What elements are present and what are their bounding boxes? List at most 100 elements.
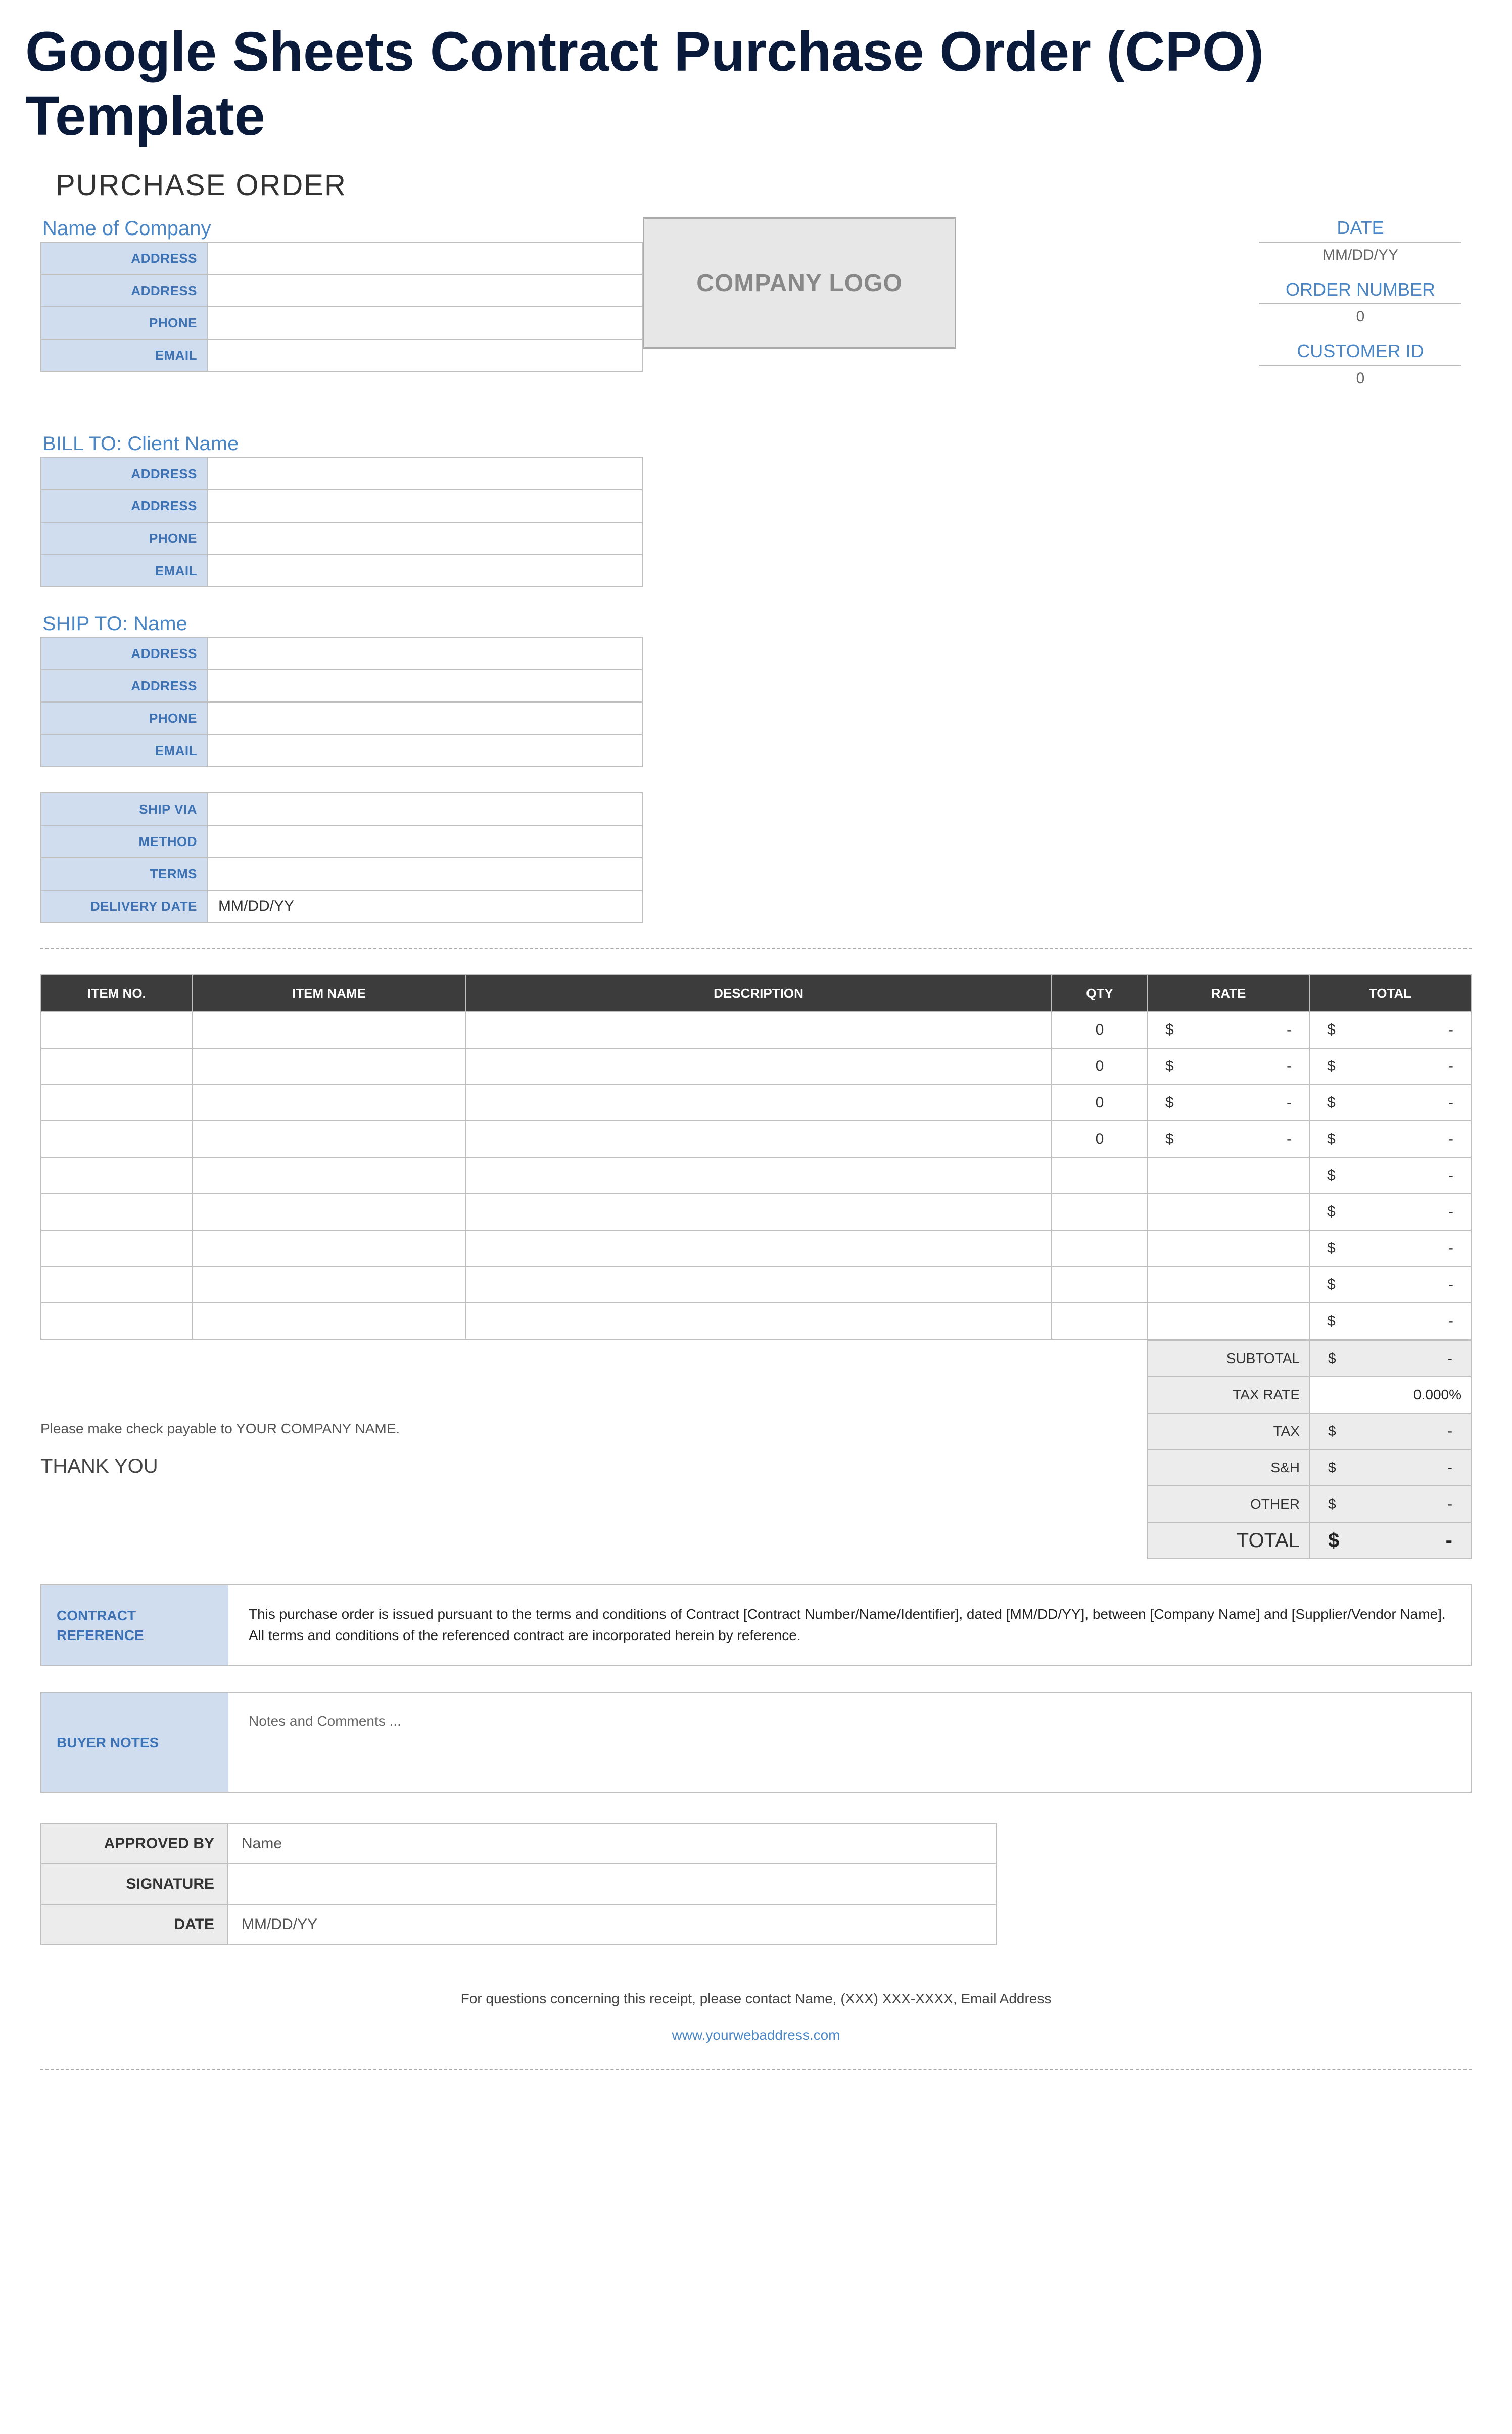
- shipopt-value[interactable]: [208, 825, 642, 858]
- item-cell-desc[interactable]: [465, 1194, 1052, 1230]
- item-cell-itemname[interactable]: [193, 1157, 465, 1194]
- item-cell-qty[interactable]: [1052, 1157, 1148, 1194]
- footer: For questions concerning this receipt, p…: [40, 1991, 1472, 2043]
- shipto-field-value[interactable]: [208, 637, 642, 670]
- approved-by-value[interactable]: Name: [228, 1823, 996, 1864]
- item-cell-desc[interactable]: [465, 1303, 1052, 1339]
- shipopt-value[interactable]: [208, 858, 642, 890]
- item-cell-itemno[interactable]: [41, 1012, 193, 1048]
- item-cell-itemno[interactable]: [41, 1157, 193, 1194]
- item-cell-rate[interactable]: [1148, 1230, 1309, 1267]
- item-cell-itemno[interactable]: [41, 1121, 193, 1157]
- items-header: RATE: [1148, 975, 1309, 1012]
- item-cell-rate[interactable]: $-: [1148, 1048, 1309, 1085]
- shipto-field-value[interactable]: [208, 734, 642, 767]
- contract-reference-text[interactable]: This purchase order is issued pursuant t…: [228, 1585, 1471, 1665]
- item-cell-rate[interactable]: $-: [1148, 1012, 1309, 1048]
- item-cell-qty[interactable]: [1052, 1194, 1148, 1230]
- company-field-value[interactable]: [208, 242, 642, 274]
- shipto-field-value[interactable]: [208, 702, 642, 734]
- ship-to-title: SHIP TO: Name: [40, 613, 1472, 635]
- item-cell-itemname[interactable]: [193, 1012, 465, 1048]
- footer-web-address[interactable]: www.yourwebaddress.com: [40, 2027, 1472, 2043]
- item-cell-rate[interactable]: [1148, 1267, 1309, 1303]
- item-cell-qty[interactable]: 0: [1052, 1085, 1148, 1121]
- date-value[interactable]: MM/DD/YY: [1249, 247, 1472, 264]
- buyer-notes-text[interactable]: Notes and Comments ...: [228, 1693, 1471, 1792]
- items-header: ITEM NO.: [41, 975, 193, 1012]
- item-cell-itemno[interactable]: [41, 1048, 193, 1085]
- item-cell-desc[interactable]: [465, 1048, 1052, 1085]
- billto-field-value[interactable]: [208, 490, 642, 522]
- order-number-value[interactable]: 0: [1249, 308, 1472, 325]
- billto-field-value[interactable]: [208, 522, 642, 554]
- item-cell-qty[interactable]: 0: [1052, 1048, 1148, 1085]
- company-field-value[interactable]: [208, 274, 642, 307]
- item-cell-qty[interactable]: 0: [1052, 1012, 1148, 1048]
- item-cell-itemno[interactable]: [41, 1230, 193, 1267]
- approval-date-value[interactable]: MM/DD/YY: [228, 1904, 996, 1945]
- shipping-options-table: SHIP VIA METHOD TERMS DELIVERY DATEMM/DD…: [40, 792, 643, 923]
- shipopt-value[interactable]: MM/DD/YY: [208, 890, 642, 922]
- customer-id-value[interactable]: 0: [1249, 370, 1472, 387]
- item-cell-desc[interactable]: [465, 1230, 1052, 1267]
- sh-value[interactable]: $-: [1309, 1449, 1471, 1486]
- item-cell-qty[interactable]: 0: [1052, 1121, 1148, 1157]
- billto-field-value[interactable]: [208, 457, 642, 490]
- item-cell-rate[interactable]: $-: [1148, 1085, 1309, 1121]
- table-row: $-: [41, 1267, 1471, 1303]
- item-cell-total: $-: [1309, 1012, 1471, 1048]
- company-field-label: ADDRESS: [41, 274, 208, 307]
- item-cell-rate[interactable]: [1148, 1157, 1309, 1194]
- item-cell-desc[interactable]: [465, 1267, 1052, 1303]
- item-cell-itemname[interactable]: [193, 1303, 465, 1339]
- item-cell-itemname[interactable]: [193, 1121, 465, 1157]
- shipopt-value[interactable]: [208, 793, 642, 825]
- sh-label: S&H: [1148, 1449, 1309, 1486]
- item-cell-itemno[interactable]: [41, 1085, 193, 1121]
- billto-field-label: ADDRESS: [41, 490, 208, 522]
- item-cell-itemname[interactable]: [193, 1194, 465, 1230]
- payable-note: Please make check payable to YOUR COMPAN…: [40, 1421, 1147, 1437]
- company-info-table: ADDRESS ADDRESS PHONE EMAIL: [40, 242, 643, 372]
- billto-field-value[interactable]: [208, 554, 642, 587]
- approval-date-label: DATE: [41, 1904, 228, 1945]
- company-field-label: EMAIL: [41, 339, 208, 371]
- buyer-notes-label: BUYER NOTES: [41, 1693, 228, 1792]
- item-cell-qty[interactable]: [1052, 1267, 1148, 1303]
- item-cell-rate[interactable]: [1148, 1303, 1309, 1339]
- company-field-value[interactable]: [208, 307, 642, 339]
- taxrate-value[interactable]: 0.000%: [1309, 1377, 1471, 1413]
- item-cell-itemno[interactable]: [41, 1267, 193, 1303]
- company-name-title: Name of Company: [40, 217, 643, 240]
- item-cell-total: $-: [1309, 1048, 1471, 1085]
- item-cell-desc[interactable]: [465, 1121, 1052, 1157]
- item-cell-itemno[interactable]: [41, 1303, 193, 1339]
- logo-placeholder-text: COMPANY LOGO: [696, 269, 903, 297]
- shipto-field-value[interactable]: [208, 670, 642, 702]
- other-value[interactable]: $-: [1309, 1486, 1471, 1522]
- item-cell-itemname[interactable]: [193, 1048, 465, 1085]
- approved-by-label: APPROVED BY: [41, 1823, 228, 1864]
- order-meta-block: DATE MM/DD/YY ORDER NUMBER 0 CUSTOMER ID…: [1249, 217, 1472, 402]
- signature-value[interactable]: [228, 1864, 996, 1904]
- item-cell-itemname[interactable]: [193, 1267, 465, 1303]
- item-cell-total: $-: [1309, 1121, 1471, 1157]
- item-cell-itemname[interactable]: [193, 1230, 465, 1267]
- table-row: $-: [41, 1157, 1471, 1194]
- items-table: ITEM NO. ITEM NAME DESCRIPTION QTY RATE …: [40, 974, 1472, 1340]
- shipopt-label: SHIP VIA: [41, 793, 208, 825]
- item-cell-desc[interactable]: [465, 1157, 1052, 1194]
- buyer-notes-box: BUYER NOTES Notes and Comments ...: [40, 1692, 1472, 1793]
- item-cell-itemname[interactable]: [193, 1085, 465, 1121]
- contract-reference-label: CONTRACT REFERENCE: [41, 1585, 228, 1665]
- item-cell-qty[interactable]: [1052, 1303, 1148, 1339]
- item-cell-rate[interactable]: $-: [1148, 1121, 1309, 1157]
- item-cell-rate[interactable]: [1148, 1194, 1309, 1230]
- company-field-value[interactable]: [208, 339, 642, 371]
- item-cell-itemno[interactable]: [41, 1194, 193, 1230]
- item-cell-desc[interactable]: [465, 1012, 1052, 1048]
- shipto-field-label: ADDRESS: [41, 637, 208, 670]
- item-cell-qty[interactable]: [1052, 1230, 1148, 1267]
- item-cell-desc[interactable]: [465, 1085, 1052, 1121]
